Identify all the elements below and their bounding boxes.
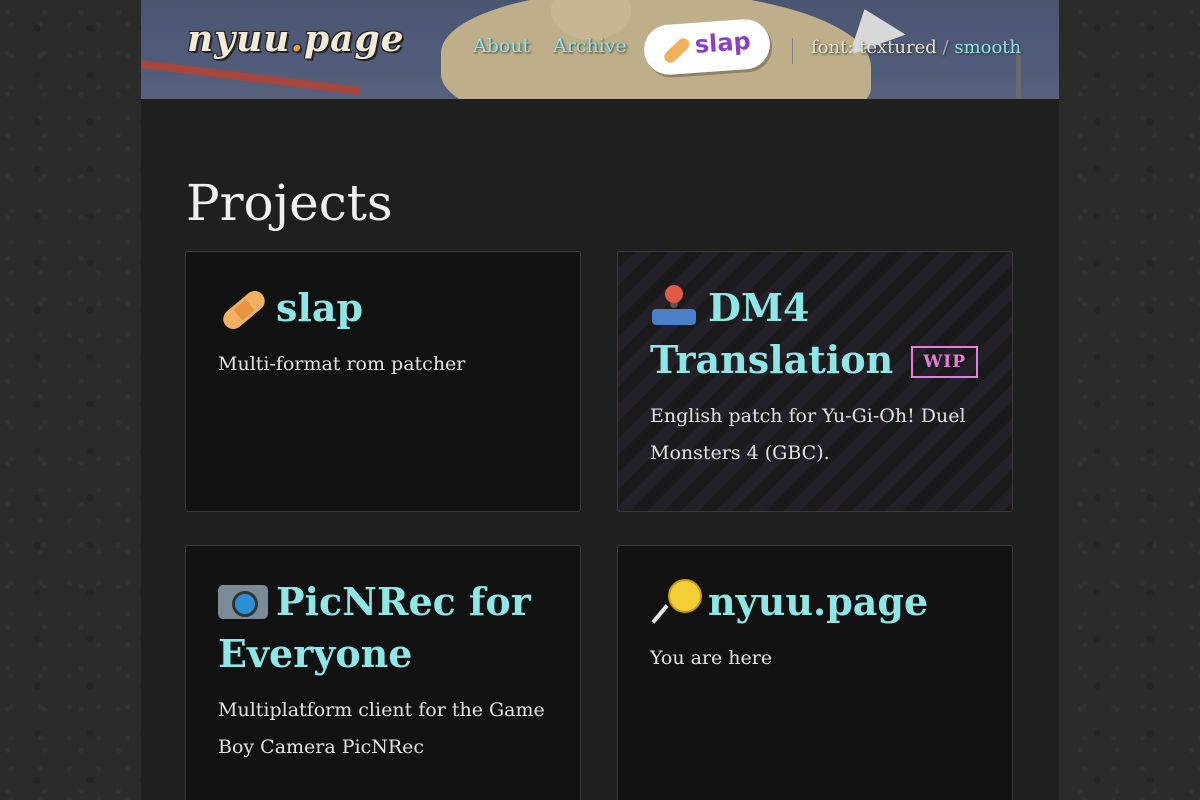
featured-slap-button[interactable]: slap [642, 17, 772, 77]
project-title[interactable]: nyuu.page [650, 576, 980, 628]
project-description: You are here [650, 647, 773, 669]
project-card-dm4-translation[interactable]: DM4 Translation WIP English patch for Yu-… [617, 251, 1013, 512]
project-title[interactable]: DM4 Translation WIP [650, 282, 980, 386]
page: nyuu.page About Archive slap font: textu… [141, 0, 1059, 800]
bandage-icon [661, 35, 692, 66]
page-title: Projects [186, 173, 393, 232]
font-option-smooth[interactable]: smooth [954, 37, 1021, 58]
project-description: Multiplatform client for the Game Boy Ca… [218, 699, 545, 758]
project-title-text: slap [276, 285, 364, 330]
project-title[interactable]: slap [218, 282, 548, 334]
font-switch-label: font: [811, 37, 854, 58]
nav-about-link[interactable]: About [473, 35, 530, 57]
project-card-nyuu-page[interactable]: nyuu.page You are here [617, 545, 1013, 800]
logo-name: nyuu [187, 18, 291, 60]
joystick-icon [650, 285, 700, 325]
header-artwork-rail [141, 60, 360, 95]
lollipop-icon [650, 579, 702, 619]
nav-archive-link[interactable]: Archive [553, 35, 627, 57]
featured-slap-label: slap [693, 26, 752, 59]
font-option-textured[interactable]: textured [859, 37, 937, 58]
project-card-picnrec[interactable]: PicNRec for Everyone Multiplatform clien… [185, 545, 581, 800]
site-header: nyuu.page About Archive slap font: textu… [141, 0, 1059, 99]
project-card-slap[interactable]: slap Multi-format rom patcher [185, 251, 581, 512]
camera-icon [218, 579, 268, 619]
wip-badge: WIP [911, 346, 979, 378]
font-switch-separator: / [942, 37, 949, 58]
font-switcher: font: textured / smooth [811, 37, 1021, 58]
bandage-icon [218, 285, 268, 325]
logo-tld: page [304, 18, 405, 60]
project-title-text: nyuu.page [708, 579, 929, 624]
logo-dot: . [290, 18, 304, 60]
project-title[interactable]: PicNRec for Everyone [218, 576, 548, 680]
project-description: English patch for Yu-Gi-Oh! Duel Monster… [650, 405, 966, 464]
nav-divider [792, 38, 793, 64]
site-logo-link[interactable]: nyuu.page [187, 18, 405, 60]
project-description: Multi-format rom patcher [218, 353, 466, 375]
